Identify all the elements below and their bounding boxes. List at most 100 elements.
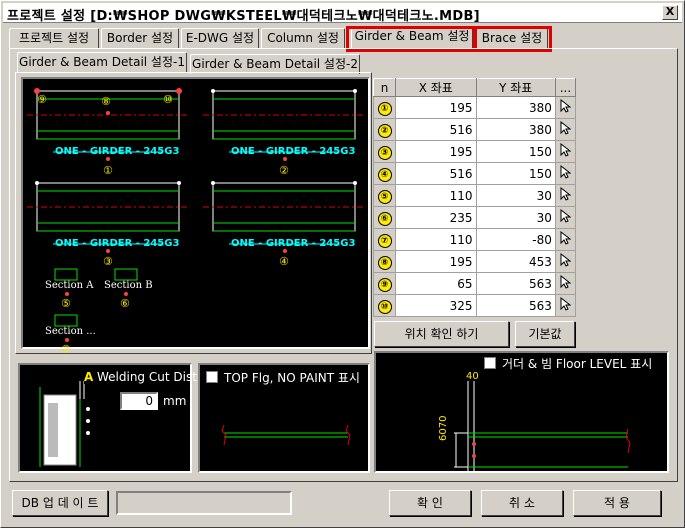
row-number: ② (372, 118, 397, 141)
row-number: ⑨ (372, 272, 397, 295)
marker-1: ① (103, 164, 113, 177)
status-field (116, 491, 292, 515)
pick-point-button[interactable] (554, 206, 577, 229)
col-header-n: n (372, 78, 397, 97)
col-header-pick: ... (554, 78, 577, 97)
subtab-detail-1[interactable]: Girder & Beam Detail 설정-1 (17, 52, 187, 73)
default-button[interactable]: 기본값 (515, 321, 575, 347)
y-coordinate-cell[interactable]: 30 (475, 184, 556, 207)
section-b-label: Section B (104, 280, 153, 291)
window-title: 프로젝트 설정 [D:₩SHOP DWG₩KSTEEL₩대덕테크노₩대덕테크노.… (7, 9, 480, 24)
tab-project[interactable]: 프로젝트 설정 (9, 28, 99, 48)
y-coordinate-cell[interactable]: -80 (475, 228, 556, 251)
y-coordinate-cell[interactable]: 150 (475, 162, 556, 185)
x-coordinate-cell[interactable]: 110 (395, 184, 477, 207)
pick-point-button[interactable] (554, 118, 577, 141)
row-number: ⑦ (372, 228, 397, 251)
pick-point-button[interactable] (554, 228, 577, 251)
pick-point-button[interactable] (554, 294, 577, 317)
cursor-arrow-icon (560, 186, 572, 201)
pick-point-button[interactable] (554, 162, 577, 185)
close-button[interactable]: X (662, 5, 678, 20)
x-coordinate-cell[interactable]: 110 (395, 228, 477, 251)
cursor-arrow-icon (560, 164, 572, 179)
y-coordinate-cell[interactable]: 150 (475, 140, 556, 163)
cursor-arrow-icon (560, 120, 572, 135)
ok-button[interactable]: 확 인 (389, 490, 471, 516)
cancel-button[interactable]: 취 소 (481, 490, 563, 516)
girder-3-label: ONE - GIRDER - 245G3 (55, 238, 180, 249)
table-header-row: n X 좌표 Y 좌표 ... (372, 78, 577, 97)
pick-point-button[interactable] (554, 140, 577, 163)
floor-level-panel: 거더 & 빔 Floor LEVEL 표시 40 6070 (374, 351, 669, 473)
table-row: ⑨ 65 563 (372, 272, 577, 295)
x-coordinate-cell[interactable]: 195 (395, 140, 477, 163)
tab-border[interactable]: Border 설정 (101, 28, 179, 48)
y-coordinate-cell[interactable]: 453 (475, 250, 556, 273)
cursor-arrow-icon (560, 208, 572, 223)
welding-cut-panel: A Welding Cut Dist 0 mm (18, 363, 197, 473)
row-number: ⑥ (372, 206, 397, 229)
marker-8: ⑧ (101, 95, 111, 108)
row-number-badge: ⑨ (377, 277, 392, 292)
cursor-arrow-icon (560, 252, 572, 267)
table-row: ② 516 380 (372, 118, 577, 141)
floor-level-drawing (454, 381, 631, 471)
db-update-button[interactable]: DB 업 데 이 트 (12, 490, 108, 516)
marker-10: ⑩ (163, 93, 173, 106)
section-a-label: Section A (45, 280, 94, 291)
dim-side-label: 6070 (438, 415, 449, 441)
x-coordinate-cell[interactable]: 325 (395, 294, 477, 317)
x-coordinate-cell[interactable]: 235 (395, 206, 477, 229)
row-number-badge: ③ (377, 145, 392, 160)
settings-window: 프로젝트 설정 [D:₩SHOP DWG₩KSTEEL₩대덕테크노₩대덕테크노.… (0, 0, 685, 528)
row-number-badge: ⑤ (377, 189, 392, 204)
y-coordinate-cell[interactable]: 563 (475, 272, 556, 295)
row-number-badge: ⑥ (377, 211, 392, 226)
pick-point-button[interactable] (554, 184, 577, 207)
pick-point-button[interactable] (554, 272, 577, 295)
tab-edwg[interactable]: E-DWG 설정 (181, 28, 259, 48)
marker-9: ⑨ (37, 93, 47, 106)
row-number: ④ (372, 162, 397, 185)
table-row: ⑥ 235 30 (372, 206, 577, 229)
x-coordinate-cell[interactable]: 516 (395, 162, 477, 185)
row-number: ⑩ (372, 294, 397, 317)
row-number-badge: ④ (377, 167, 392, 182)
pick-point-button[interactable] (554, 250, 577, 273)
subtab-detail-2[interactable]: Girder & Beam Detail 설정-2 (190, 54, 360, 74)
pick-point-button[interactable] (554, 96, 577, 119)
row-number-badge: ② (377, 123, 392, 138)
y-coordinate-cell[interactable]: 563 (475, 294, 556, 317)
girder-preview-drawing (27, 88, 365, 342)
col-header-x: X 좌표 (395, 78, 477, 97)
row-number: ⑤ (372, 184, 397, 207)
x-coordinate-cell[interactable]: 516 (395, 118, 477, 141)
title-bar: 프로젝트 설정 [D:₩SHOP DWG₩KSTEEL₩대덕테크노₩대덕테크노.… (3, 3, 682, 24)
y-coordinate-cell[interactable]: 380 (475, 96, 556, 119)
check-position-button[interactable]: 위치 확인 하기 (374, 321, 509, 347)
y-coordinate-cell[interactable]: 380 (475, 118, 556, 141)
x-coordinate-cell[interactable]: 195 (395, 250, 477, 273)
apply-button[interactable]: 적 용 (573, 490, 661, 516)
section-more-label: Section ... (45, 326, 96, 337)
row-number-badge: ⑧ (377, 255, 392, 270)
cursor-arrow-icon (560, 274, 572, 289)
row-number: ① (372, 96, 397, 119)
marker-2: ② (279, 164, 289, 177)
table-row: ⑦ 110 -80 (372, 228, 577, 251)
top-flg-panel: TOP Flg, NO PAINT 표시 (198, 363, 370, 473)
girder-2-label: ONE - GIRDER - 245G3 (231, 146, 356, 157)
table-row: ④ 516 150 (372, 162, 577, 185)
x-coordinate-cell[interactable]: 195 (395, 96, 477, 119)
cursor-arrow-icon (560, 142, 572, 157)
tab-column[interactable]: Column 설정 (261, 28, 345, 48)
marker-6: ⑥ (120, 297, 130, 310)
welding-unit: mm (163, 394, 187, 408)
col-header-y: Y 좌표 (475, 78, 556, 97)
x-coordinate-cell[interactable]: 65 (395, 272, 477, 295)
welding-marker: A (84, 370, 94, 384)
y-coordinate-cell[interactable]: 30 (475, 206, 556, 229)
welding-cut-input[interactable]: 0 (120, 392, 158, 410)
cursor-arrow-icon (560, 230, 572, 245)
